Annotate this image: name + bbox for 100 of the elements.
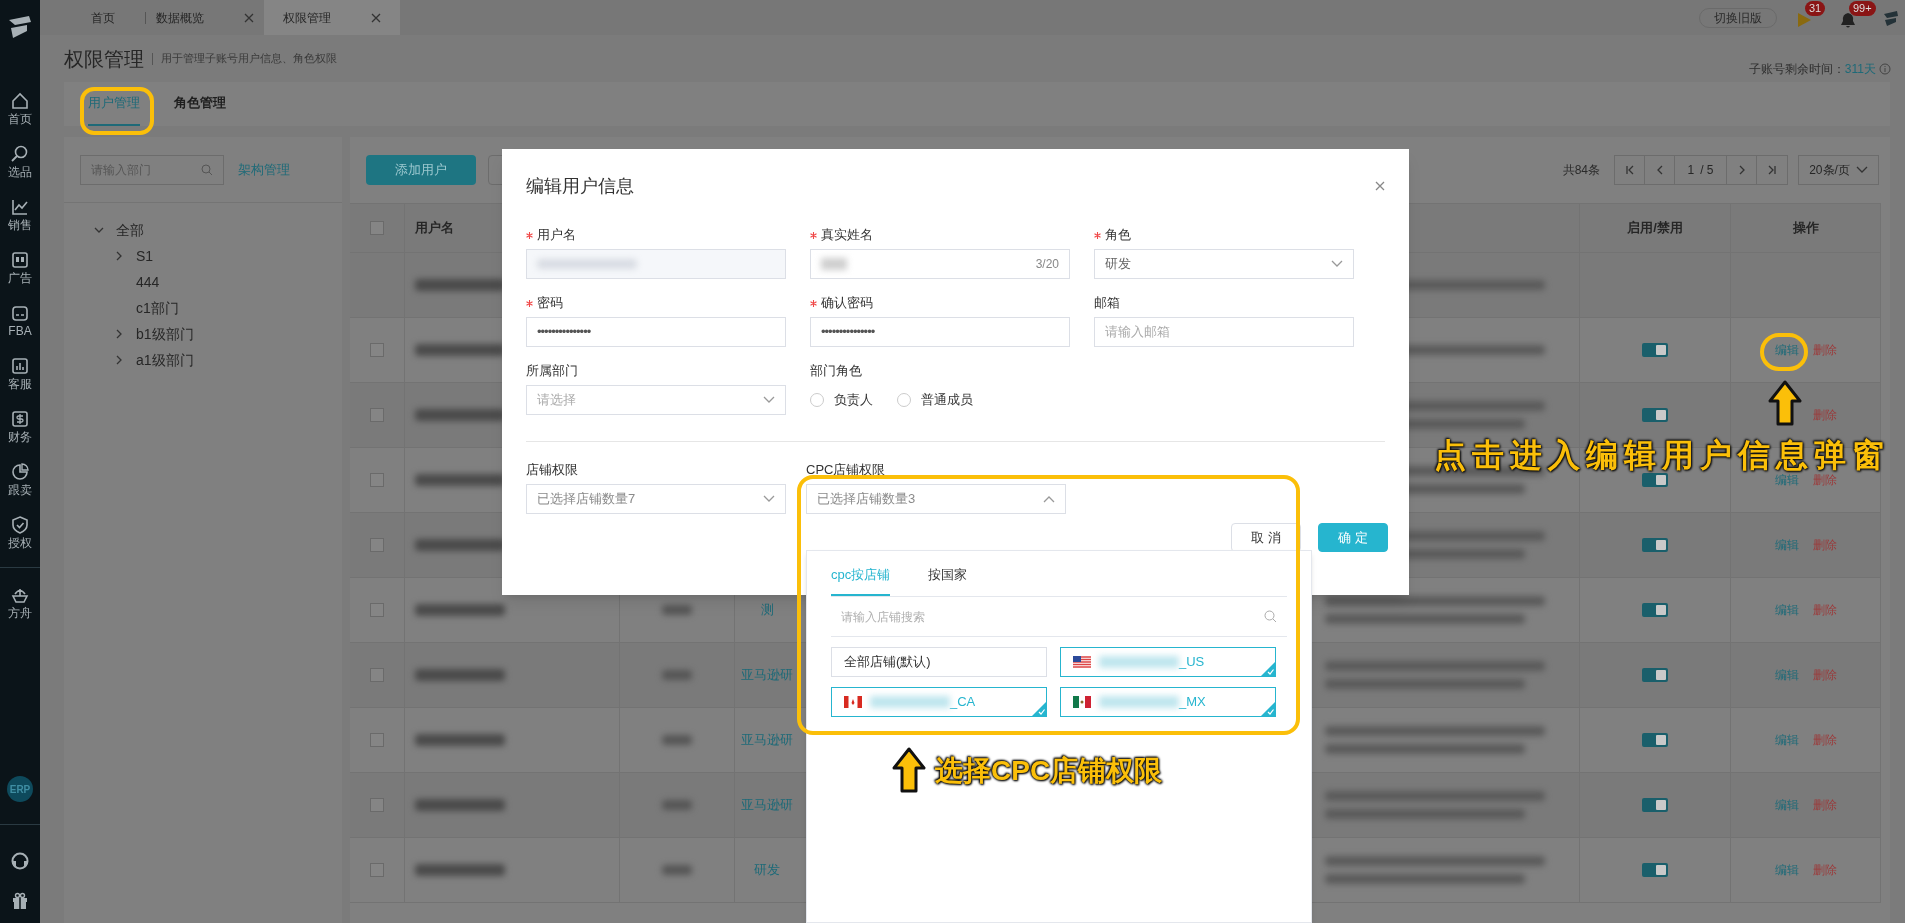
checkbox[interactable] xyxy=(370,538,384,552)
text-field[interactable]: 请输入邮箱 xyxy=(1094,317,1354,347)
toggle-switch[interactable] xyxy=(1642,798,1668,812)
ca-flag-icon xyxy=(844,696,862,708)
field-label: CPC店铺权限 xyxy=(806,461,886,480)
page-tab[interactable]: 权限管理 xyxy=(264,0,400,35)
store-option[interactable]: 全部店铺(默认) xyxy=(831,647,1047,677)
sidebar-item[interactable]: 选品 xyxy=(0,135,40,188)
tree-item[interactable]: S1 xyxy=(136,245,154,267)
page-tab[interactable]: 首页 xyxy=(60,0,145,35)
chevron-down-icon[interactable] xyxy=(94,225,104,235)
logo-icon[interactable] xyxy=(1883,8,1899,27)
toggle-switch[interactable] xyxy=(1642,343,1668,357)
tree-item[interactable]: 444 xyxy=(136,271,160,293)
field-label: 店铺权限 xyxy=(526,461,578,480)
bell-icon[interactable] xyxy=(1839,10,1857,29)
checkbox[interactable] xyxy=(370,473,384,487)
box-icon xyxy=(10,249,30,270)
tree-item[interactable]: b1级部门 xyxy=(136,323,194,345)
sidebar-item[interactable]: 财务 xyxy=(0,400,40,453)
page-tab[interactable]: 数据概览 xyxy=(146,0,264,35)
checkbox[interactable] xyxy=(370,733,384,747)
field-label: 真实姓名 xyxy=(821,226,873,245)
username-field[interactable] xyxy=(526,249,786,279)
field-label: 角色 xyxy=(1105,226,1131,245)
toggle-switch[interactable] xyxy=(1642,668,1668,682)
store-option[interactable]: _CA xyxy=(831,687,1047,717)
redacted-text xyxy=(662,800,692,810)
checkbox[interactable] xyxy=(370,603,384,617)
headset-icon[interactable] xyxy=(10,851,30,871)
confirm-button[interactable]: 确 定 xyxy=(1318,523,1388,552)
close-icon[interactable] xyxy=(244,12,254,23)
role-text: 亚马逊研 xyxy=(740,796,794,815)
store-option[interactable]: _US xyxy=(1060,647,1276,677)
sidebar-item[interactable]: FBA xyxy=(0,294,40,347)
info-icon xyxy=(1879,63,1891,75)
text-field[interactable]: 3/20 xyxy=(810,249,1070,279)
store-search-field[interactable]: 请输入店铺搜索 xyxy=(831,597,1287,637)
role-text: 亚马逊研 xyxy=(740,666,794,685)
sidebar-item[interactable]: 销售 xyxy=(0,188,40,241)
checkbox[interactable] xyxy=(370,668,384,682)
select-field[interactable]: 请选择 xyxy=(526,385,786,415)
erp-badge[interactable]: ERP xyxy=(7,776,33,802)
sidebar-item[interactable]: 首页 xyxy=(0,82,40,135)
tab[interactable]: 按国家 xyxy=(928,551,968,596)
chevron-right-icon[interactable] xyxy=(114,251,124,261)
radio-option[interactable]: 负责人 xyxy=(810,390,873,410)
toggle-switch[interactable] xyxy=(1642,603,1668,617)
add-user-button[interactable]: 添加用户 xyxy=(366,155,476,185)
select-field[interactable]: 研发 xyxy=(1094,249,1354,279)
page-number-field[interactable]: 1 xyxy=(1687,161,1695,179)
toggle-switch[interactable] xyxy=(1642,538,1668,552)
checkbox[interactable] xyxy=(370,221,384,235)
password-field[interactable]: ••••••••••••••• xyxy=(810,317,1070,347)
role-text: 研发 xyxy=(753,861,781,880)
checkbox[interactable] xyxy=(370,408,384,422)
annotation-caption: 选择CPC店铺权限 xyxy=(935,754,1163,788)
tree-item[interactable]: 全部 xyxy=(116,219,144,241)
dollar-icon xyxy=(10,408,30,429)
store-option[interactable]: _MX xyxy=(1060,687,1276,717)
flag-icon[interactable] xyxy=(1795,10,1813,29)
sidebar-item[interactable]: 跟卖 xyxy=(0,453,40,506)
close-icon[interactable] xyxy=(1375,181,1385,191)
role-text: 亚马逊研 xyxy=(740,731,794,750)
tree-item[interactable]: a1级部门 xyxy=(136,349,194,371)
toggle-switch[interactable] xyxy=(1642,473,1668,487)
password-field[interactable]: ••••••••••••••• xyxy=(526,317,786,347)
toggle-switch[interactable] xyxy=(1642,863,1668,877)
page-size-select[interactable]: 20条/页 xyxy=(1798,155,1879,185)
tab[interactable]: cpc按店铺 xyxy=(831,551,891,596)
toggle-switch[interactable] xyxy=(1642,733,1668,747)
checkbox[interactable] xyxy=(370,863,384,877)
remaining-time-label: 子账号剩余时间： xyxy=(1748,61,1845,78)
toggle-switch[interactable] xyxy=(1642,408,1668,422)
sidebar-item[interactable]: 客服 xyxy=(0,347,40,400)
field-label: 所属部门 xyxy=(526,362,578,381)
select-field[interactable]: 已选择店铺数量7 xyxy=(526,484,786,514)
close-icon[interactable] xyxy=(371,12,381,23)
checkbox[interactable] xyxy=(370,343,384,357)
checkbox[interactable] xyxy=(370,798,384,812)
redacted-text xyxy=(662,735,692,745)
radio-option[interactable]: 普通成员 xyxy=(897,390,973,410)
redacted-text xyxy=(662,865,692,875)
count-badge: 31 xyxy=(1805,0,1826,16)
gift-icon[interactable] xyxy=(10,891,30,911)
sidebar-item[interactable]: 方舟 xyxy=(0,576,40,629)
dialog-title: 编辑用户信息 xyxy=(526,174,634,198)
select-field[interactable]: 已选择店铺数量3 xyxy=(806,484,1066,514)
redacted-text xyxy=(662,605,692,615)
chevron-right-icon[interactable] xyxy=(114,355,124,365)
count-badge: 99+ xyxy=(1849,0,1876,16)
redacted-text xyxy=(662,670,692,680)
tab[interactable]: 角色管理 xyxy=(174,82,226,126)
home-icon xyxy=(10,90,30,111)
chevron-right-icon[interactable] xyxy=(114,329,124,339)
field-label: 密码 xyxy=(537,294,563,313)
sidebar-item[interactable]: 广告 xyxy=(0,241,40,294)
tree-item[interactable]: c1部门 xyxy=(136,297,179,319)
sidebar-item[interactable]: 授权 xyxy=(0,506,40,559)
remaining-time-value: 311天 xyxy=(1844,61,1876,78)
